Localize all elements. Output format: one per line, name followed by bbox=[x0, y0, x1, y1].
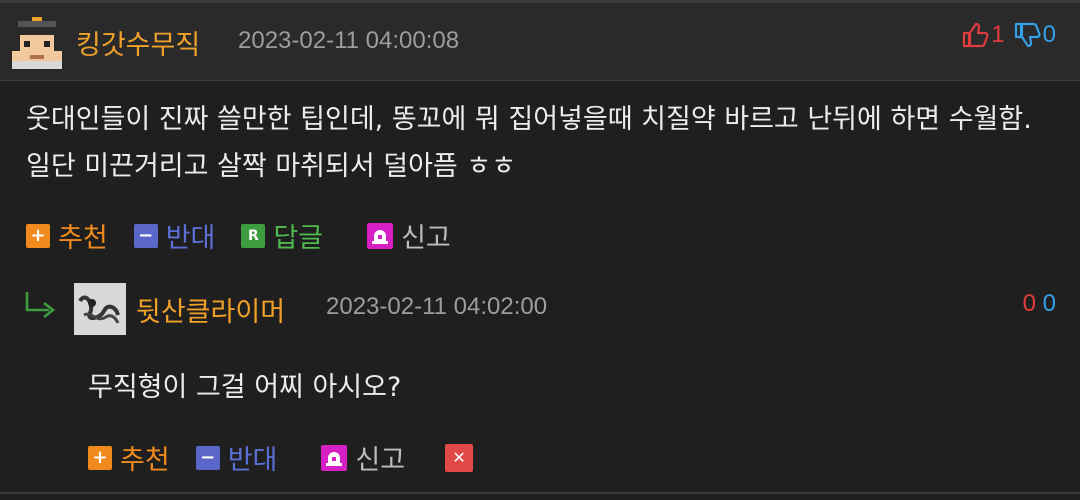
minus-icon: − bbox=[133, 223, 158, 248]
reply-vote-counts: 0 0 bbox=[1023, 290, 1056, 318]
reply-oppose-button[interactable]: − 반대 bbox=[195, 438, 278, 477]
report-label: 신고 bbox=[401, 223, 451, 254]
oppose-button[interactable]: − 반대 bbox=[133, 216, 216, 255]
minus-icon: − bbox=[195, 445, 220, 470]
reply-actions: + 추천 − 반대 신고 ✕ bbox=[88, 438, 507, 477]
reply-label: 답글 bbox=[273, 223, 324, 254]
recommend-button[interactable]: + 추천 bbox=[26, 216, 108, 255]
reply-username[interactable]: 뒷산클라이머 bbox=[136, 290, 285, 329]
reply-body: 무직형이 그걸 어찌 아시오? bbox=[88, 372, 402, 403]
comment-vote-counts: 1 0 bbox=[961, 21, 1056, 49]
bottom-divider bbox=[0, 492, 1080, 494]
oppose-label: 반대 bbox=[165, 223, 216, 254]
reply-recommend-button[interactable]: + 추천 bbox=[88, 438, 170, 477]
comment-actions: + 추천 − 반대 R 답글 신고 bbox=[26, 216, 477, 255]
reply-recommend-label: 추천 bbox=[120, 445, 170, 476]
downvote-count: 0 bbox=[1042, 21, 1056, 48]
delete-button[interactable]: ✕ bbox=[445, 443, 481, 472]
plus-icon: + bbox=[26, 223, 50, 248]
comment-timestamp: 2023-02-11 04:00:08 bbox=[238, 27, 460, 54]
upvote-count: 1 bbox=[991, 21, 1005, 48]
reply-timestamp: 2023-02-11 04:02:00 bbox=[326, 293, 548, 320]
reply-oppose-label: 반대 bbox=[227, 445, 278, 476]
comment-username[interactable]: 킹갓수무직 bbox=[76, 23, 200, 62]
siren-icon bbox=[321, 444, 348, 471]
reply-user-avatar[interactable] bbox=[74, 283, 126, 335]
reply-report-button[interactable]: 신고 bbox=[321, 438, 405, 477]
reply-upvote-count[interactable]: 0 bbox=[1023, 290, 1036, 317]
user-avatar[interactable] bbox=[12, 17, 62, 69]
siren-icon bbox=[367, 222, 394, 249]
reply-arrow-icon bbox=[24, 290, 58, 322]
reply-report-label: 신고 bbox=[355, 445, 406, 476]
report-button[interactable]: 신고 bbox=[367, 216, 451, 255]
comment-body: 웃대인들이 진짜 쓸만한 팁인데, 똥꼬에 뭐 집어넣을때 치질약 바르고 난뒤… bbox=[26, 104, 1032, 182]
reply-button[interactable]: R 답글 bbox=[241, 216, 323, 255]
plus-icon: + bbox=[88, 445, 112, 470]
close-icon: ✕ bbox=[445, 443, 474, 472]
recommend-label: 추천 bbox=[58, 223, 108, 254]
thumbs-down-icon[interactable] bbox=[1013, 21, 1041, 49]
comment-header: 킹갓수무직 2023-02-11 04:00:08 1 0 bbox=[0, 3, 1080, 81]
scribble-avatar-icon bbox=[74, 283, 126, 335]
reply-downvote-count[interactable]: 0 bbox=[1043, 290, 1056, 317]
reply-r-icon: R bbox=[241, 223, 266, 248]
thumbs-up-icon[interactable] bbox=[961, 21, 989, 49]
pixel-avatar-icon bbox=[12, 17, 62, 69]
